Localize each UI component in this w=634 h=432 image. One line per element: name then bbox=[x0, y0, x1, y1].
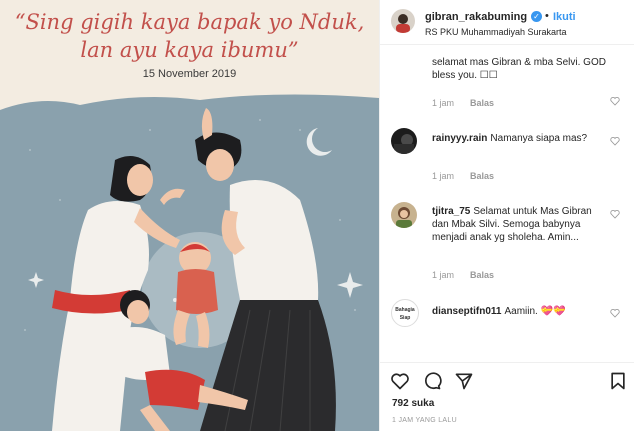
bahagia-avatar-icon: Bahagia Siap bbox=[395, 307, 415, 321]
like-comment-heart-icon[interactable] bbox=[610, 308, 620, 318]
reply-button[interactable]: Balas bbox=[470, 171, 494, 181]
follow-button[interactable]: Ikuti bbox=[553, 11, 576, 23]
verified-badge-icon: ✓ bbox=[531, 11, 542, 22]
post-timestamp: 1 JAM YANG LALU bbox=[392, 417, 457, 424]
comment-text: tjitra_75 Selamat untuk Mas Gibran dan Mb… bbox=[432, 205, 610, 244]
post-sidebar: gibran_rakabuming ✓ • Ikuti RS PKU Muham… bbox=[379, 0, 634, 431]
heart-icon[interactable] bbox=[390, 371, 410, 391]
comment-meta: 1 jam Balas bbox=[432, 98, 494, 108]
family-illustration bbox=[0, 94, 379, 431]
avatar-text-line2: Siap bbox=[400, 315, 411, 321]
share-icon[interactable] bbox=[454, 371, 474, 391]
comment-username[interactable]: tjitra_75 bbox=[432, 206, 470, 217]
comment-meta: 1 jam Balas bbox=[432, 270, 494, 280]
like-comment-heart-icon[interactable] bbox=[610, 136, 620, 146]
avatar-text-line1: Bahagia bbox=[395, 307, 415, 313]
separator-dot: • bbox=[545, 10, 549, 22]
commenter-avatar[interactable] bbox=[391, 128, 417, 154]
post-image[interactable]: “Sing gigih kaya bapak yo Nduk, lan ayu … bbox=[0, 0, 379, 431]
post-actions: 792 suka 1 JAM YANG LALU bbox=[380, 362, 634, 432]
comment-time: 1 jam bbox=[432, 171, 455, 181]
comment-meta: 1 jam Balas bbox=[432, 171, 494, 181]
comment-username[interactable]: rainyyy.rain bbox=[432, 133, 487, 144]
comments-list[interactable]: selamat mas Gibran & mba Selvi. GOD bles… bbox=[380, 44, 634, 362]
commenter-avatar[interactable]: Bahagia Siap bbox=[391, 299, 419, 327]
reply-button[interactable]: Balas bbox=[470, 270, 494, 280]
post-username[interactable]: gibran_rakabuming bbox=[425, 11, 527, 23]
likes-count[interactable]: 792 suka bbox=[392, 398, 434, 409]
comment-username[interactable]: dianseptifn011 bbox=[432, 306, 501, 317]
user-avatar[interactable] bbox=[391, 9, 415, 33]
commenter-avatar[interactable] bbox=[391, 202, 417, 228]
post-location[interactable]: RS PKU Muhammadiyah Surakarta bbox=[425, 27, 567, 37]
instagram-post-window: “Sing gigih kaya bapak yo Nduk, lan ayu … bbox=[0, 0, 634, 431]
comment-body: Namanya siapa mas? bbox=[490, 133, 588, 144]
like-comment-heart-icon[interactable] bbox=[610, 209, 620, 219]
comment-icon[interactable] bbox=[422, 371, 442, 391]
like-comment-heart-icon[interactable] bbox=[610, 96, 620, 106]
comment-time: 1 jam bbox=[432, 270, 455, 280]
comment-text: dianseptifn011 Aamiin. 💝💝 bbox=[432, 305, 610, 318]
reply-button[interactable]: Balas bbox=[470, 98, 494, 108]
post-header: gibran_rakabuming ✓ • Ikuti RS PKU Muham… bbox=[380, 0, 634, 45]
bookmark-icon[interactable] bbox=[608, 371, 628, 391]
dark-avatar-icon bbox=[394, 134, 414, 154]
comment-text: rainyyy.rain Namanya siapa mas? bbox=[432, 132, 610, 145]
comment-body: Aamiin. 💝💝 bbox=[504, 306, 566, 317]
photo-avatar-icon bbox=[396, 207, 412, 228]
comment-time: 1 jam bbox=[432, 98, 455, 108]
comment-text: selamat mas Gibran & mba Selvi. GOD bles… bbox=[432, 57, 606, 81]
avatar-icon bbox=[396, 14, 410, 33]
